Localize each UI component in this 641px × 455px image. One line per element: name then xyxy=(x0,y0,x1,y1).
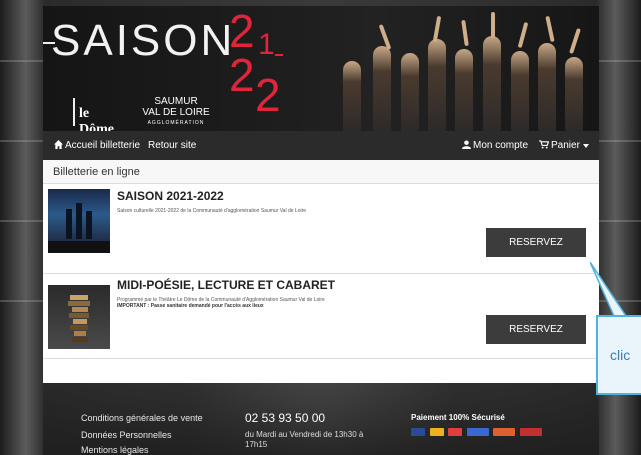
footer-link-privacy[interactable]: Données Personnelles xyxy=(81,430,172,440)
nav-account-link[interactable]: Mon compte xyxy=(462,140,528,151)
nav-back-link[interactable]: Retour site xyxy=(148,140,196,151)
user-icon xyxy=(462,140,471,149)
event-row: SAISON 2021-2022 Saison culturelle 2021-… xyxy=(43,186,599,274)
card-icon xyxy=(411,428,425,436)
event-thumbnail xyxy=(48,285,110,349)
header-banner: SAISON 2 1 2 2 le Dôme SAUMUR VAL DE LOI… xyxy=(43,6,599,131)
callout-text: clic xyxy=(610,347,631,363)
card-icon xyxy=(448,428,463,436)
card-icon xyxy=(519,428,542,436)
tutorial-callout: clic xyxy=(596,315,641,395)
ticketing-content: Billetterie en ligne SAISON 2021-2022 Sa… xyxy=(43,160,599,383)
event-title: MIDI-POÉSIE, LECTURE ET CABARET xyxy=(117,278,336,292)
reserve-button[interactable]: RESERVEZ xyxy=(486,228,586,257)
footer-link-legal[interactable]: Mentions légales xyxy=(81,445,149,455)
saumur-logo: SAUMUR VAL DE LOIRE AGGLOMÉRATION xyxy=(142,96,210,126)
event-title: SAISON 2021-2022 xyxy=(117,189,224,203)
cart-icon xyxy=(539,140,550,149)
saison-title: SAISON xyxy=(51,16,236,65)
reserve-button[interactable]: RESERVEZ xyxy=(486,315,586,344)
payment-cards xyxy=(411,428,544,438)
phone-number: 02 53 93 50 00 xyxy=(245,411,326,425)
year-digit: 1 xyxy=(258,28,275,61)
event-row: MIDI-POÉSIE, LECTURE ET CABARET Programm… xyxy=(43,275,599,359)
callout-pointer xyxy=(590,262,628,317)
caret-down-icon xyxy=(582,144,589,148)
footer: Conditions générales de vente Données Pe… xyxy=(43,383,599,455)
opening-hours: du Mardi au Vendredi de 13h30 à 17h15 xyxy=(245,430,364,449)
card-icon xyxy=(493,428,516,436)
event-thumbnail xyxy=(48,189,110,253)
site-frame: SAISON 2 1 2 2 le Dôme SAUMUR VAL DE LOI… xyxy=(43,6,599,455)
footer-link-cgv[interactable]: Conditions générales de vente xyxy=(81,413,203,423)
card-icon xyxy=(429,428,444,436)
le-dome-logo: le Dôme xyxy=(73,98,114,131)
event-description: Saison culturelle 2021-2022 de la Commun… xyxy=(117,208,307,214)
nav-home-link[interactable]: Accueil billetterie xyxy=(54,140,140,151)
year-digit: 2 xyxy=(229,49,255,101)
nav-cart-link[interactable]: Panier xyxy=(539,140,591,151)
home-icon xyxy=(54,140,63,149)
secure-payment-label: Paiement 100% Sécurisé xyxy=(411,413,505,422)
card-icon xyxy=(466,428,489,436)
event-note: IMPORTANT : Passe sanitaire demandé pour… xyxy=(117,303,264,309)
nav-bar: Accueil billetterie Retour site Mon comp… xyxy=(43,131,599,160)
year-digit: 2 xyxy=(255,69,281,121)
section-title: Billetterie en ligne xyxy=(43,160,599,184)
